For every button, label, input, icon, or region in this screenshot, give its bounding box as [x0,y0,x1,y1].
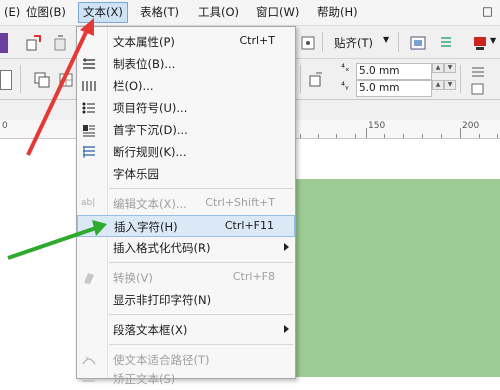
red-arrow-icon [26,18,94,156]
green-arrow-icon [7,220,107,260]
annotation-arrows [7,18,107,260]
